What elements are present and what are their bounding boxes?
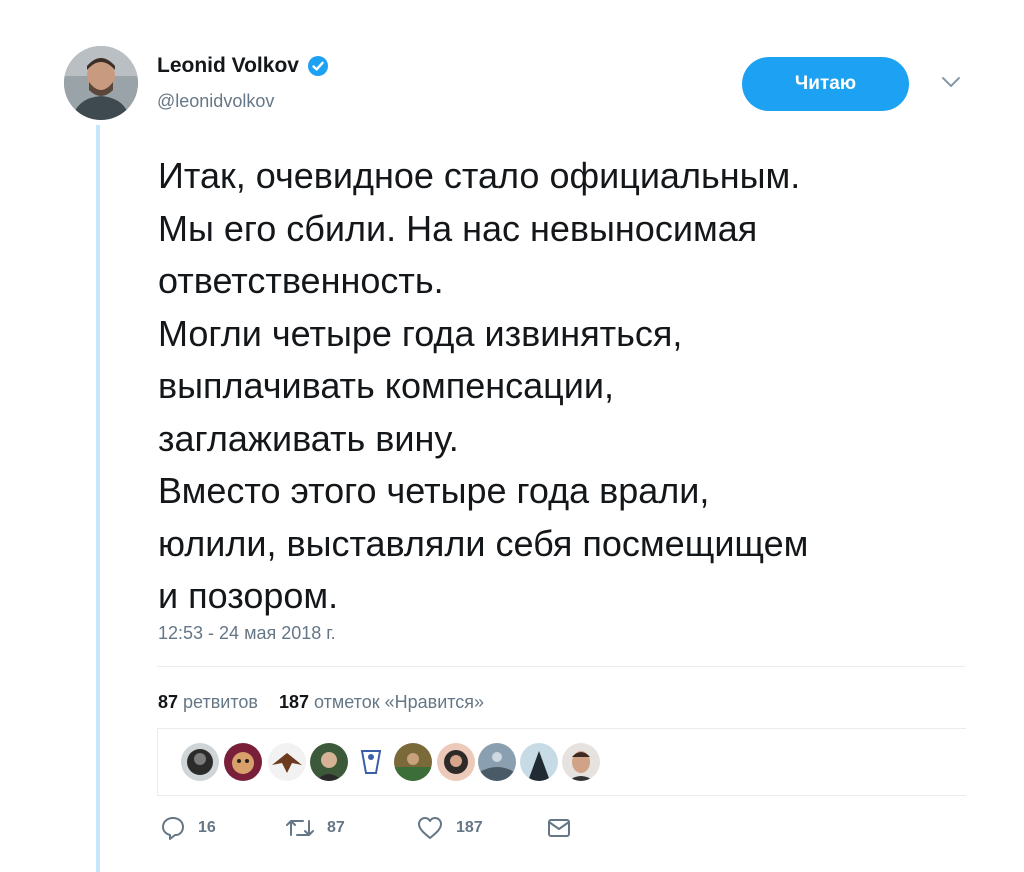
reply-count: 16 xyxy=(198,819,216,836)
likes-count[interactable]: 187 xyxy=(279,692,309,712)
mail-icon xyxy=(548,819,570,837)
author-display-name[interactable]: Leonid Volkov xyxy=(157,54,299,78)
author-name-row: Leonid Volkov xyxy=(157,54,329,78)
tweet-line: заглаживать вину. xyxy=(158,417,459,459)
tweet-line: Мы его сбили. На нас невыносимая xyxy=(158,207,758,249)
retweet-count: 87 xyxy=(327,819,345,836)
tweet-line: Итак, очевидное стало официальным. xyxy=(158,155,801,196)
liker-avatar[interactable] xyxy=(562,743,600,781)
like-button[interactable]: 187 xyxy=(416,815,483,841)
liker-avatar[interactable] xyxy=(268,743,306,781)
tweet-text: Итак, очевидное стало официальным. Мы ег… xyxy=(158,150,988,623)
tweet-line: юлили, выставляли себя посмещищем xyxy=(158,522,809,564)
liker-avatar[interactable] xyxy=(478,743,516,781)
tweet-timestamp[interactable]: 12:53 - 24 мая 2018 г. xyxy=(158,623,336,644)
reply-button[interactable]: 16 xyxy=(160,815,216,841)
liker-avatars-row xyxy=(157,728,966,796)
liker-avatar[interactable] xyxy=(352,743,390,781)
tweet-line: выплачивать компенсации, xyxy=(158,365,614,406)
heart-icon xyxy=(418,817,442,839)
tweet-line: Могли четыре года извиняться, xyxy=(158,312,683,354)
liker-avatar[interactable] xyxy=(224,743,262,781)
chevron-down-icon[interactable] xyxy=(941,75,961,89)
tweet-line: ответственность. xyxy=(158,260,444,301)
tweet-line: Вместо этого четыре года врали, xyxy=(158,470,710,511)
retweet-icon xyxy=(286,820,314,836)
liker-avatar[interactable] xyxy=(437,743,475,781)
author-handle[interactable]: @leonidvolkov xyxy=(157,91,274,112)
tweet-stats: 87 ретвитов 187 отметок «Нравится» xyxy=(158,692,484,713)
liker-avatar[interactable] xyxy=(181,743,219,781)
verified-badge-icon xyxy=(307,56,328,76)
reply-icon xyxy=(162,817,184,840)
liker-avatar[interactable] xyxy=(520,743,558,781)
following-button[interactable]: Читаю xyxy=(742,57,909,111)
liker-avatar[interactable] xyxy=(394,743,432,781)
divider xyxy=(157,666,965,667)
tweet-line: и позором. xyxy=(158,575,339,616)
retweets-label[interactable]: ретвитов xyxy=(183,692,258,712)
retweet-button[interactable]: 87 xyxy=(285,815,345,841)
liker-avatar[interactable] xyxy=(310,743,348,781)
like-count: 187 xyxy=(456,819,483,836)
retweets-count[interactable]: 87 xyxy=(158,692,178,712)
avatar[interactable] xyxy=(64,46,138,120)
direct-message-button[interactable] xyxy=(546,815,572,841)
likes-label[interactable]: отметок «Нравится» xyxy=(314,692,484,712)
thread-line xyxy=(96,125,100,872)
